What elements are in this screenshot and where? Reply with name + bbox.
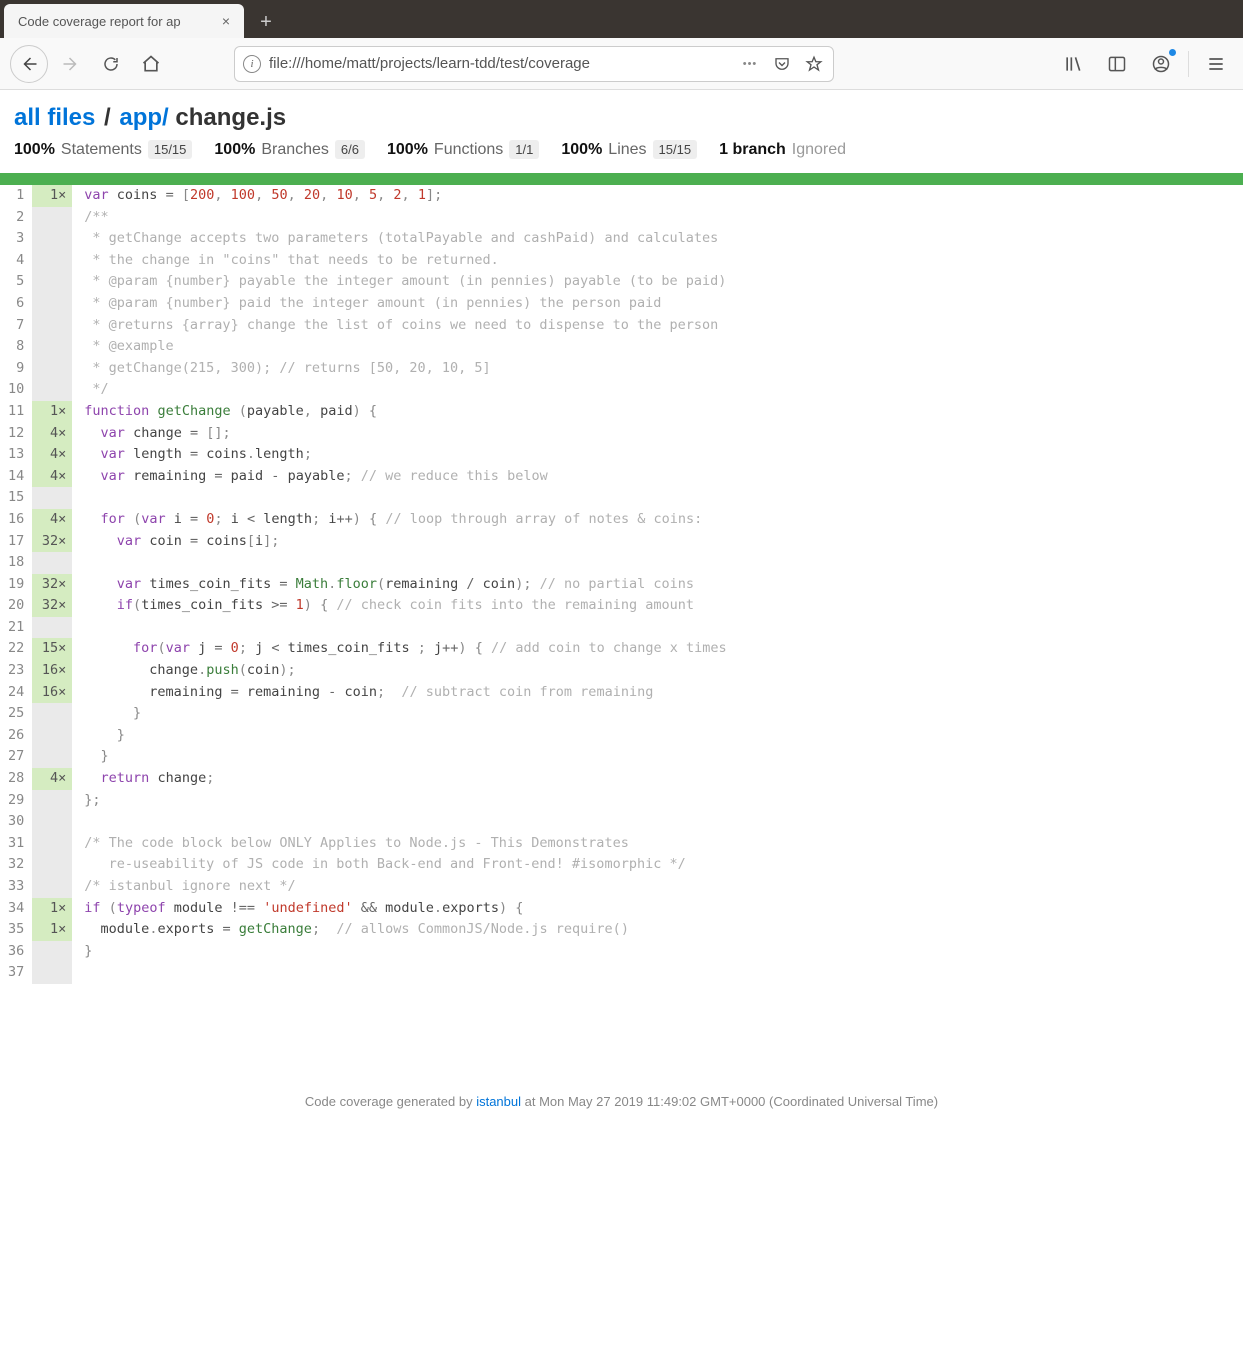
stat-pct: 100% [14, 141, 55, 159]
footer-prefix: Code coverage generated by [305, 1094, 476, 1109]
ignored-count: 1 branch [719, 141, 786, 159]
coverage-bar-icon [0, 173, 1243, 185]
reload-icon [102, 55, 120, 73]
arrow-right-icon [62, 55, 80, 73]
stat-fraction: 15/15 [653, 140, 698, 159]
breadcrumb: all files / app/ change.js [14, 104, 1229, 132]
line-numbers: 1 2 3 4 5 6 7 8 9 10 11 12 13 14 15 16 1… [0, 185, 32, 984]
library-icon [1063, 54, 1083, 74]
tab-title: Code coverage report for ap [18, 14, 210, 29]
source-code: 1 2 3 4 5 6 7 8 9 10 11 12 13 14 15 16 1… [0, 185, 1243, 984]
forward-button [54, 47, 88, 81]
library-button[interactable] [1056, 47, 1090, 81]
stat-fraction: 6/6 [335, 140, 365, 159]
pocket-icon[interactable] [771, 53, 793, 75]
istanbul-link[interactable]: istanbul [476, 1094, 521, 1109]
ignored-label: Ignored [792, 141, 846, 159]
coverage-stat: 100% Branches 6/6 [214, 140, 365, 159]
coverage-report: all files / app/ change.js 100% Statement… [0, 90, 1243, 1143]
account-icon [1151, 54, 1171, 74]
notification-dot-icon [1169, 49, 1176, 56]
coverage-stats: 100% Statements 15/15 100% Branches 6/6 100% Fu… [14, 140, 1229, 159]
stat-label: Functions [434, 141, 503, 159]
address-bar[interactable]: i file:///home/matt/projects/learn-tdd/t… [234, 46, 834, 82]
hit-counts: 1× 1×4×4×4× 4×32× 32×32× 15×16×16× 4× 1×… [32, 185, 72, 984]
breadcrumb-folder-link[interactable]: app/ [119, 104, 168, 131]
url-input[interactable]: file:///home/matt/projects/learn-tdd/tes… [269, 55, 731, 72]
coverage-stat: 100% Statements 15/15 [14, 140, 192, 159]
home-icon [141, 54, 161, 74]
stat-label: Lines [608, 141, 646, 159]
bookmark-icon[interactable] [803, 53, 825, 75]
stat-pct: 100% [387, 141, 428, 159]
close-icon[interactable]: × [218, 13, 234, 29]
address-actions: ••• [739, 53, 825, 75]
back-button[interactable] [10, 45, 48, 83]
footer-timestamp: at Mon May 27 2019 11:49:02 GMT+0000 (Co… [521, 1094, 938, 1109]
browser-toolbar: i file:///home/matt/projects/learn-tdd/t… [0, 38, 1243, 90]
report-footer: Code coverage generated by istanbul at M… [14, 1094, 1229, 1129]
stat-fraction: 15/15 [148, 140, 193, 159]
stat-pct: 100% [214, 141, 255, 159]
coverage-stat: 100% Lines 15/15 [561, 140, 697, 159]
stat-label: Branches [261, 141, 329, 159]
breadcrumb-sep: / [104, 104, 111, 131]
hamburger-icon [1206, 54, 1226, 74]
stat-pct: 100% [561, 141, 602, 159]
coverage-stat: 100% Functions 1/1 [387, 140, 539, 159]
account-button[interactable] [1144, 47, 1178, 81]
arrow-left-icon [20, 55, 38, 73]
stat-label: Statements [61, 141, 142, 159]
toolbar-right [1056, 47, 1233, 81]
breadcrumb-root-link[interactable]: all files [14, 104, 95, 131]
stat-fraction: 1/1 [509, 140, 539, 159]
source-lines: var coins = [200, 100, 50, 20, 10, 5, 2,… [72, 185, 1243, 984]
breadcrumb-file: change.js [175, 104, 286, 131]
reload-button[interactable] [94, 47, 128, 81]
browser-tab[interactable]: Code coverage report for ap × [4, 4, 244, 38]
browser-chrome: Code coverage report for ap × + [0, 0, 1243, 38]
coverage-ignored: 1 branch Ignored [719, 141, 846, 159]
tab-strip: Code coverage report for ap × + [0, 0, 1243, 38]
sidebar-icon [1107, 54, 1127, 74]
sidebar-button[interactable] [1100, 47, 1134, 81]
separator [1188, 51, 1189, 77]
menu-button[interactable] [1199, 47, 1233, 81]
site-info-icon[interactable]: i [243, 55, 261, 73]
home-button[interactable] [134, 47, 168, 81]
new-tab-button[interactable]: + [250, 6, 282, 38]
page-actions-icon[interactable]: ••• [739, 53, 761, 75]
